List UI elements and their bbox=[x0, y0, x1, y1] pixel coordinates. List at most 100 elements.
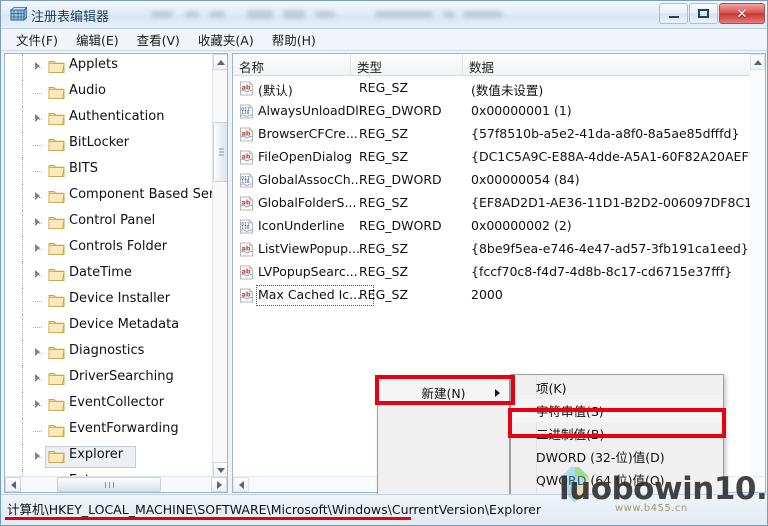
window-title: 注册表编辑器 bbox=[31, 10, 110, 25]
maximize-button[interactable] bbox=[689, 3, 718, 24]
expand-arrow-icon[interactable] bbox=[35, 374, 40, 382]
table-row[interactable]: ab GlobalFolderS... REG_SZ {EF8AD2D1-AE36-1… bbox=[233, 192, 765, 215]
tree-item-label: DriverSearching bbox=[69, 369, 174, 384]
expand-arrow-icon[interactable] bbox=[35, 244, 40, 252]
column-data[interactable]: 数据 bbox=[463, 54, 752, 75]
value-name: FileOpenDialog bbox=[258, 149, 353, 164]
menu-item-new-binary-value[interactable]: 二进制值(B) bbox=[511, 422, 723, 445]
registry-path: 计算机\HKEY_LOCAL_MACHINE\SOFTWARE\Microsof… bbox=[7, 502, 542, 517]
tree-item-device-metadata[interactable]: Device Metadata bbox=[5, 314, 213, 340]
value-type: REG_DWORD bbox=[359, 172, 442, 187]
value-name: GlobalFolderS... bbox=[258, 195, 357, 210]
tree-item-bits[interactable]: BITS bbox=[5, 158, 213, 184]
tree-guide-line bbox=[22, 54, 23, 80]
table-row[interactable]: ab ListViewPopup... REG_SZ {8be9f5ea-e746-4… bbox=[233, 238, 765, 261]
expand-arrow-icon[interactable] bbox=[35, 348, 40, 356]
folder-icon bbox=[48, 59, 65, 74]
table-row[interactable]: 011 110 AlwaysUnloadDll REG_DWORD 0x00000001… bbox=[233, 100, 765, 123]
tree-item-device-installer[interactable]: Device Installer bbox=[5, 288, 213, 314]
tree-item-control-panel[interactable]: Control Panel bbox=[5, 210, 213, 236]
expand-arrow-icon[interactable] bbox=[35, 270, 40, 278]
value-data: (数值未设置) bbox=[471, 83, 544, 98]
tree-connector bbox=[33, 353, 42, 354]
folder-icon bbox=[48, 319, 65, 334]
tree-vertical-scrollbar[interactable] bbox=[212, 54, 227, 478]
tree-guide-line bbox=[22, 392, 23, 418]
expand-arrow-icon[interactable] bbox=[35, 192, 40, 200]
column-type[interactable]: 类型 bbox=[351, 54, 463, 75]
table-row[interactable]: ab LVPopupSearc... REG_SZ {fccf70c8-f4d7-4d… bbox=[233, 261, 765, 284]
tree-item-bitlocker[interactable]: BitLocker bbox=[5, 132, 213, 158]
tree-item-controls-folder[interactable]: Controls Folder bbox=[5, 236, 213, 262]
expand-arrow-icon[interactable] bbox=[35, 114, 40, 122]
minimize-icon bbox=[668, 15, 679, 18]
menu-item-new-key[interactable]: 项(K) bbox=[511, 376, 723, 399]
table-row[interactable]: 011 110 GlobalAssocCh... REG_DWORD 0x0000005… bbox=[233, 169, 765, 192]
tree-hscrollbar-thumb[interactable] bbox=[57, 477, 161, 492]
table-row[interactable]: ab FileOpenDialog REG_SZ {DC1C5A9C-E88A-4dd… bbox=[233, 146, 765, 169]
tree-item-driversearching[interactable]: DriverSearching bbox=[5, 366, 213, 392]
expand-arrow-icon[interactable] bbox=[35, 62, 40, 70]
menu-item-new-qword-value[interactable]: QWORD (64 位)值(Q) bbox=[511, 468, 723, 491]
registry-tree-pane: Applets Audio Authentication BitLocker BITS C… bbox=[4, 53, 228, 493]
folder-icon bbox=[48, 111, 65, 126]
tree-scrollbar-thumb[interactable] bbox=[213, 122, 227, 182]
menu-item-new-dword-value[interactable]: DWORD (32-位)值(D) bbox=[511, 445, 723, 468]
list-vertical-scrollbar[interactable] bbox=[750, 54, 765, 492]
menu-file[interactable]: 文件(F) bbox=[7, 28, 67, 51]
folder-icon bbox=[48, 345, 65, 360]
tree-item-datetime[interactable]: DateTime bbox=[5, 262, 213, 288]
menu-item-new-string-value[interactable]: 字符串值(S) bbox=[511, 399, 723, 422]
chevron-up-icon bbox=[216, 59, 225, 65]
string-value-icon: ab bbox=[239, 150, 254, 165]
table-row[interactable]: ab (默认) REG_SZ (数值未设置) bbox=[233, 77, 765, 100]
string-value-icon: ab bbox=[239, 265, 254, 280]
menu-favorites[interactable]: 收藏夹(A) bbox=[189, 28, 263, 51]
menu-edit[interactable]: 编辑(E) bbox=[67, 28, 128, 51]
folder-icon bbox=[48, 293, 65, 308]
table-row[interactable]: 011 110 IconUnderline REG_DWORD 0x00000002 (… bbox=[233, 215, 765, 238]
value-type: REG_SZ bbox=[359, 80, 409, 95]
value-name: IconUnderline bbox=[258, 218, 345, 233]
value-data: {57f8510b-a5e2-41da-a8f0-8a5ae85dfffd} bbox=[471, 126, 740, 141]
tree-item-component-based-serv[interactable]: Component Based Serv bbox=[5, 184, 213, 210]
list-scroll-left-button[interactable] bbox=[233, 477, 249, 492]
minimize-button[interactable] bbox=[659, 3, 688, 24]
string-value-icon: ab bbox=[239, 242, 254, 257]
tree-item-audio[interactable]: Audio bbox=[5, 80, 213, 106]
tree-item-label: Device Metadata bbox=[69, 317, 180, 332]
value-data: 2000 bbox=[471, 287, 503, 302]
tree-item-diagnostics[interactable]: Diagnostics bbox=[5, 340, 213, 366]
tree-horizontal-scrollbar[interactable] bbox=[5, 476, 227, 492]
tree-scroll-left-button[interactable] bbox=[5, 477, 21, 492]
table-row[interactable]: ab Max Cached Ic... REG_SZ 2000 bbox=[233, 284, 765, 307]
value-data: 0x00000001 (1) bbox=[471, 103, 572, 118]
chevron-up-icon bbox=[753, 59, 762, 65]
tree-item-label: Explorer bbox=[69, 447, 124, 462]
context-menu-item-new[interactable]: 新建(N) bbox=[378, 381, 509, 404]
tree-item-eventforwarding[interactable]: EventForwarding bbox=[5, 418, 213, 444]
tree-guide-line bbox=[22, 80, 23, 106]
value-name: LVPopupSearc... bbox=[258, 264, 358, 279]
list-scroll-up-button[interactable] bbox=[750, 54, 765, 70]
table-row[interactable]: ab BrowserCFCre... REG_SZ {57f8510b-a5e2-41… bbox=[233, 123, 765, 146]
tree-guide-line bbox=[22, 236, 23, 262]
expand-arrow-icon[interactable] bbox=[35, 400, 40, 408]
menu-help[interactable]: 帮助(H) bbox=[263, 28, 325, 51]
expand-arrow-icon[interactable] bbox=[35, 218, 40, 226]
tree-item-authentication[interactable]: Authentication bbox=[5, 106, 213, 132]
tree-scroll-right-button[interactable] bbox=[211, 477, 227, 492]
value-type: REG_SZ bbox=[359, 241, 409, 256]
column-name[interactable]: 名称 bbox=[233, 54, 351, 75]
tree-item-label: Controls Folder bbox=[69, 239, 168, 254]
tree-item-label: BitLocker bbox=[69, 135, 130, 150]
tree-item-applets[interactable]: Applets bbox=[5, 54, 213, 80]
tree-scroll-up-button[interactable] bbox=[213, 54, 227, 70]
expand-arrow-icon[interactable] bbox=[35, 452, 40, 460]
tree-item-explorer[interactable]: Explorer bbox=[5, 444, 213, 470]
tree-item-eventcollector[interactable]: EventCollector bbox=[5, 392, 213, 418]
close-button[interactable]: ✕ bbox=[719, 3, 765, 24]
tree-connector bbox=[33, 327, 42, 328]
tree-connector bbox=[33, 171, 42, 172]
menu-view[interactable]: 查看(V) bbox=[128, 28, 189, 51]
